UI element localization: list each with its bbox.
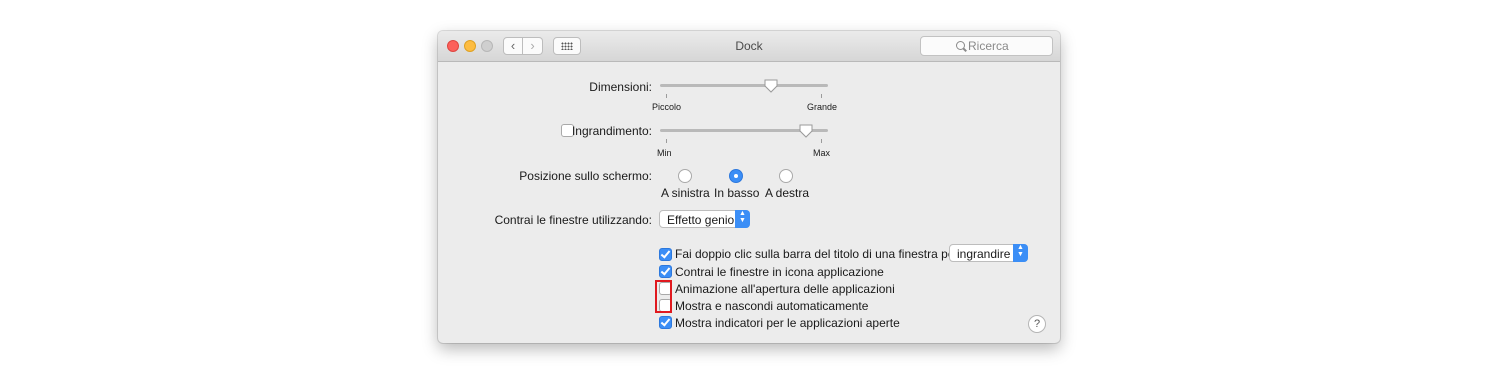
size-slider-tick-max [821, 94, 822, 98]
dock-preferences-window: ‹ › Dock Dimensioni: Piccolo Grande Ingr… [438, 31, 1060, 343]
magnification-slider-tick-max [821, 139, 822, 143]
position-left-radio[interactable] [678, 169, 692, 183]
size-slider-track[interactable] [660, 84, 828, 87]
position-bottom-label: In basso [714, 186, 760, 200]
annotation-highlight-box [655, 280, 672, 313]
position-right-label: A destra [765, 186, 810, 200]
magnification-slider-thumb[interactable] [799, 124, 813, 138]
size-slider-tick-min [666, 94, 667, 98]
show-indicators-label: Mostra indicatori per le applicazioni ap… [675, 316, 900, 330]
animate-opening-label: Animazione all'apertura delle applicazio… [675, 282, 895, 296]
double-click-label: Fai doppio clic sulla barra del titolo d… [675, 247, 959, 261]
show-indicators-checkbox[interactable] [659, 316, 672, 329]
size-max-label: Grande [807, 102, 838, 112]
magnification-slider-tick-min [666, 139, 667, 143]
help-button[interactable]: ? [1028, 315, 1046, 333]
magnification-label: Ingrandimento: [571, 124, 652, 138]
position-label: Posizione sullo schermo: [519, 169, 652, 183]
size-slider-thumb[interactable] [764, 79, 778, 93]
popup-arrows-icon: ▲ ▼ [1013, 244, 1028, 262]
position-bottom-radio[interactable] [729, 169, 743, 183]
title-bar: ‹ › Dock [438, 31, 1060, 62]
minimize-effect-value: Effetto genio [667, 213, 735, 227]
magnification-max-label: Max [813, 148, 831, 158]
double-click-checkbox[interactable] [659, 248, 672, 261]
search-input[interactable] [968, 38, 1048, 54]
magnification-min-label: Min [657, 148, 672, 158]
minimize-into-app-icon-checkbox[interactable] [659, 265, 672, 278]
double-click-action-value: ingrandire [957, 247, 1011, 261]
popup-arrows-icon: ▲ ▼ [735, 210, 750, 228]
double-click-action-popup[interactable]: ingrandire ▲ ▼ [949, 244, 1028, 262]
minimize-effect-popup[interactable]: Effetto genio ▲ ▼ [659, 210, 750, 228]
minimize-effect-label: Contrai le finestre utilizzando: [494, 213, 652, 227]
search-field[interactable] [920, 36, 1053, 56]
position-left-label: A sinistra [661, 186, 710, 200]
search-icon [956, 41, 965, 50]
minimize-into-app-icon-label: Contrai le finestre in icona applicazion… [675, 265, 884, 279]
size-min-label: Piccolo [652, 102, 682, 112]
position-right-radio[interactable] [779, 169, 793, 183]
size-label: Dimensioni: [589, 80, 652, 94]
autohide-dock-label: Mostra e nascondi automaticamente [675, 299, 869, 313]
